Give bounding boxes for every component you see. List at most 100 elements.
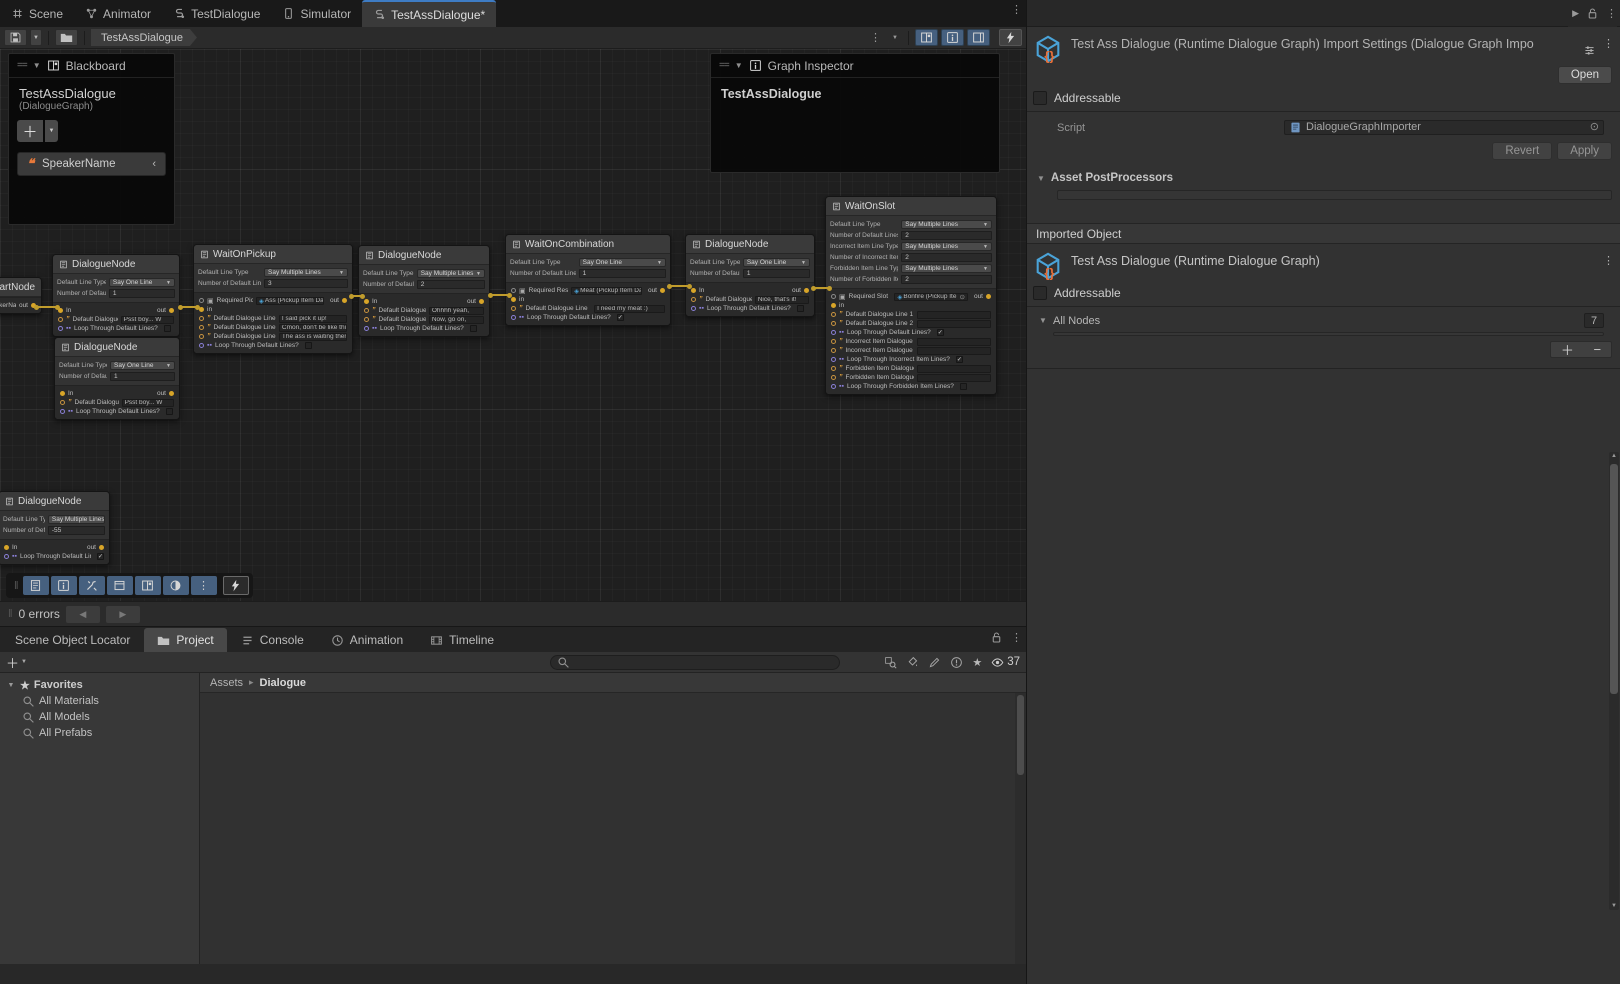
string-port[interactable] <box>691 297 696 302</box>
setting-dropdown[interactable]: Say One Line▼ <box>109 278 175 287</box>
add-property-button[interactable]: ＋ <box>17 120 43 142</box>
dock-menu-icon[interactable]: ⋮ <box>1011 5 1022 16</box>
setting-field[interactable]: 3 <box>264 279 348 288</box>
string-port[interactable] <box>199 316 204 321</box>
script-field[interactable]: DialogueGraphImporter ⊙ <box>1284 120 1604 135</box>
edit-icon[interactable] <box>928 656 941 669</box>
string-port[interactable] <box>199 325 204 330</box>
panel-tab-animation[interactable]: Animation <box>318 628 416 652</box>
panel-tab-console[interactable]: Console <box>228 628 317 652</box>
drag-handle-icon[interactable]: ‖ <box>14 580 19 592</box>
exec-in-port[interactable] <box>691 288 696 293</box>
blackboard-header[interactable]: == ▼ Blackboard <box>9 54 174 78</box>
string-port[interactable] <box>831 321 836 326</box>
tab-scroll-right-icon[interactable]: ▶ <box>1572 8 1579 19</box>
favorite-item-all-materials[interactable]: All Materials <box>0 693 199 709</box>
apply-button[interactable]: Apply <box>1557 142 1612 160</box>
object-field[interactable]: ◈Bonfire (Pickup Ite⊙ <box>894 293 968 301</box>
setting-field[interactable]: 1 <box>109 289 175 298</box>
graph-edge[interactable] <box>180 306 198 308</box>
alert-icon[interactable] <box>950 656 963 669</box>
exec-in-port[interactable] <box>60 391 65 396</box>
bool-port[interactable] <box>831 330 836 335</box>
bool-port[interactable] <box>60 409 65 414</box>
setting-dropdown[interactable]: Say Multiple Lines▼ <box>901 264 992 273</box>
favorite-item-all-prefabs[interactable]: All Prefabs <box>0 725 199 741</box>
setting-field[interactable]: 2 <box>901 253 992 262</box>
exec-out-port[interactable]: out <box>792 287 809 294</box>
string-field[interactable]: Ohhhh yeah, <box>429 307 484 315</box>
setting-field[interactable]: -55 <box>48 526 105 535</box>
window-tab-animator[interactable]: Animator <box>74 0 162 27</box>
exec-out-port[interactable]: out <box>974 293 991 300</box>
more-button[interactable]: ⋮ <box>191 576 217 595</box>
blackboard-panel[interactable]: == ▼ Blackboard TestAssDialogue (Dialogu… <box>8 53 175 225</box>
graph-edge[interactable] <box>669 285 690 287</box>
string-field[interactable] <box>917 347 991 355</box>
graph-edge[interactable] <box>813 287 830 289</box>
setting-dropdown[interactable]: Say Multiple Lines▼ <box>417 269 485 278</box>
string-port[interactable] <box>831 366 836 371</box>
favorite-item-all-models[interactable]: All Models <box>0 709 199 725</box>
exec-in-port[interactable] <box>831 303 836 308</box>
scrollbar-thumb[interactable] <box>1017 695 1024 775</box>
presets-icon[interactable] <box>1583 37 1596 64</box>
setting-dropdown[interactable]: Say Multiple Lines▼ <box>48 515 105 524</box>
bool-port[interactable] <box>511 315 516 320</box>
remove-element-button[interactable]: − <box>1594 342 1602 357</box>
panel-tab-timeline[interactable]: Timeline <box>417 628 507 652</box>
transition-button[interactable] <box>163 576 189 595</box>
string-field[interactable]: Cmon, don't be like this! <box>279 324 347 332</box>
importer-menu-icon[interactable]: ⋮ <box>1603 37 1614 64</box>
exec-in-port[interactable] <box>511 297 516 302</box>
string-port[interactable] <box>60 400 65 405</box>
setting-dropdown[interactable]: Say Multiple Lines▼ <box>901 220 992 229</box>
collapse-icon[interactable]: ▼ <box>735 61 743 70</box>
setting-dropdown[interactable]: Say One Line▼ <box>743 258 810 267</box>
object-picker-icon[interactable]: ⊙ <box>1590 121 1599 134</box>
graph-inspector-header[interactable]: == ▼ Graph Inspector <box>711 54 999 78</box>
string-field[interactable]: Psst boy... W <box>121 316 174 324</box>
string-port[interactable] <box>511 306 516 311</box>
minimap-button[interactable] <box>135 576 161 595</box>
inspector-menu-icon[interactable]: ⋮ <box>1606 7 1617 20</box>
bool-port[interactable] <box>199 343 204 348</box>
breadcrumb-root[interactable]: Assets <box>210 677 243 689</box>
save-dropdown-button[interactable]: ▼ <box>30 29 42 46</box>
scroll-down-icon[interactable]: ▼ <box>1609 903 1619 909</box>
toggle-inspector-footer-button[interactable] <box>51 576 77 595</box>
loop-checkbox[interactable] <box>960 383 967 390</box>
play-graph-footer-button[interactable] <box>223 576 249 595</box>
wait-on-combination-node[interactable]: WaitOnCombinationDefault Line TypeSay On… <box>505 234 671 326</box>
breadcrumb-current[interactable]: Dialogue <box>260 677 306 689</box>
window-button[interactable] <box>107 576 133 595</box>
revert-button[interactable]: Revert <box>1492 142 1552 160</box>
setting-dropdown[interactable]: Say Multiple Lines▼ <box>901 242 992 251</box>
show-in-project-button[interactable] <box>55 29 78 46</box>
dialogue-node-3[interactable]: DialogueNodeDefault Line TypeSay Multipl… <box>358 245 490 337</box>
loop-checkbox[interactable]: ✓ <box>617 314 624 321</box>
bool-port[interactable] <box>831 384 836 389</box>
setting-field[interactable]: 1 <box>743 269 810 278</box>
object-picker-icon[interactable]: ⊙ <box>960 293 965 301</box>
setting-field[interactable]: 2 <box>417 280 485 289</box>
bool-port[interactable] <box>58 326 63 331</box>
data-port[interactable] <box>511 288 516 293</box>
bool-port[interactable] <box>831 357 836 362</box>
loop-checkbox[interactable] <box>470 325 477 332</box>
string-field[interactable] <box>917 338 991 346</box>
loop-checkbox[interactable]: ✓ <box>97 553 104 560</box>
exec-out-port[interactable]: out <box>157 307 174 314</box>
project-scrollbar[interactable] <box>1015 693 1026 964</box>
toggle-minimap-button[interactable] <box>967 29 990 46</box>
drag-handle-icon[interactable]: == <box>17 60 27 71</box>
wait-on-slot-node[interactable]: WaitOnSlotDefault Line TypeSay Multiple … <box>825 196 997 395</box>
postprocessors-foldout[interactable]: ▼ Asset PostProcessors <box>1027 166 1620 188</box>
blackboard-property-speakername[interactable]: ❝ SpeakerName ‹ <box>17 152 166 176</box>
favorites-star-icon[interactable]: ★ <box>972 656 982 669</box>
wait-on-pickup-node[interactable]: WaitOnPickupDefault Line TypeSay Multipl… <box>193 244 353 354</box>
visibility-count[interactable]: 37 <box>991 656 1020 669</box>
play-graph-button[interactable] <box>999 29 1022 46</box>
string-field[interactable] <box>917 320 991 328</box>
exec-out-port[interactable]: out <box>157 390 174 397</box>
